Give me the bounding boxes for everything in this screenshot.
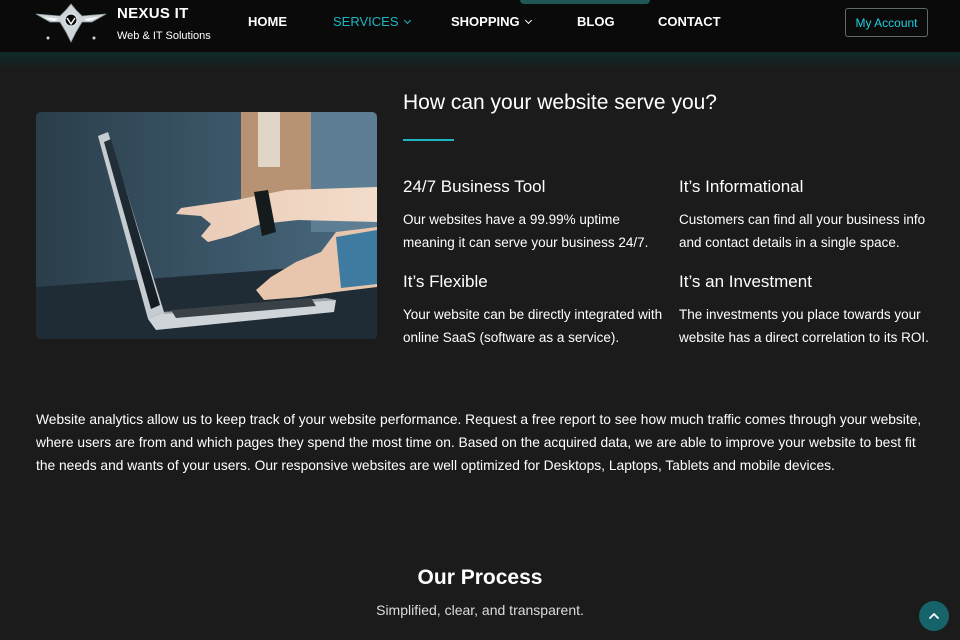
nav-home[interactable]: HOME bbox=[248, 14, 287, 29]
title-underline bbox=[403, 139, 454, 141]
scroll-to-top-button[interactable] bbox=[919, 601, 949, 631]
winged-shield-logo-icon[interactable] bbox=[36, 2, 106, 44]
feature-text-investment: The investments you place towards your w… bbox=[679, 307, 929, 345]
nav-shopping[interactable]: SHOPPING bbox=[451, 14, 532, 29]
feature-text-informational: Customers can find all your business inf… bbox=[679, 212, 926, 250]
feature-heading-flexible: It’s Flexible bbox=[403, 272, 488, 291]
feature-heading-investment: It’s an Investment bbox=[679, 272, 812, 291]
chevron-up-icon bbox=[929, 613, 939, 619]
analytics-paragraph: Website analytics allow us to keep track… bbox=[36, 412, 922, 473]
nav-shopping-label: SHOPPING bbox=[451, 14, 520, 29]
feature-text-flexible: Your website can be directly integrated … bbox=[403, 307, 663, 345]
nav-blog[interactable]: BLOG bbox=[577, 14, 615, 29]
feature-text-business-tool: Our websites have a 99.99% uptime meanin… bbox=[403, 212, 649, 250]
chevron-down-icon bbox=[403, 16, 411, 25]
nav-contact[interactable]: CONTACT bbox=[658, 14, 721, 29]
laptop-photo bbox=[36, 112, 377, 339]
section-title: How can your website serve you? bbox=[403, 91, 717, 114]
brand-tagline: Web & IT Solutions bbox=[117, 30, 211, 42]
chevron-down-icon bbox=[524, 16, 532, 25]
nav-home-label: HOME bbox=[248, 14, 287, 29]
header-shadow bbox=[0, 52, 960, 70]
nav-contact-label: CONTACT bbox=[658, 14, 721, 29]
nav-services[interactable]: SERVICES bbox=[333, 14, 411, 29]
nav-services-label: SERVICES bbox=[333, 14, 399, 29]
process-title: Our Process bbox=[417, 566, 543, 589]
feature-heading-informational: It’s Informational bbox=[679, 177, 804, 196]
feature-heading-business-tool: 24/7 Business Tool bbox=[403, 177, 546, 196]
process-subtitle: Simplified, clear, and transparent. bbox=[376, 602, 584, 618]
site-header: NEXUS IT Web & IT Solutions HOME SERVICE… bbox=[0, 0, 960, 52]
my-account-button[interactable]: My Account bbox=[845, 8, 928, 37]
brand-name[interactable]: NEXUS IT bbox=[117, 5, 189, 22]
header-accent-tab bbox=[520, 0, 650, 4]
nav-blog-label: BLOG bbox=[577, 14, 615, 29]
